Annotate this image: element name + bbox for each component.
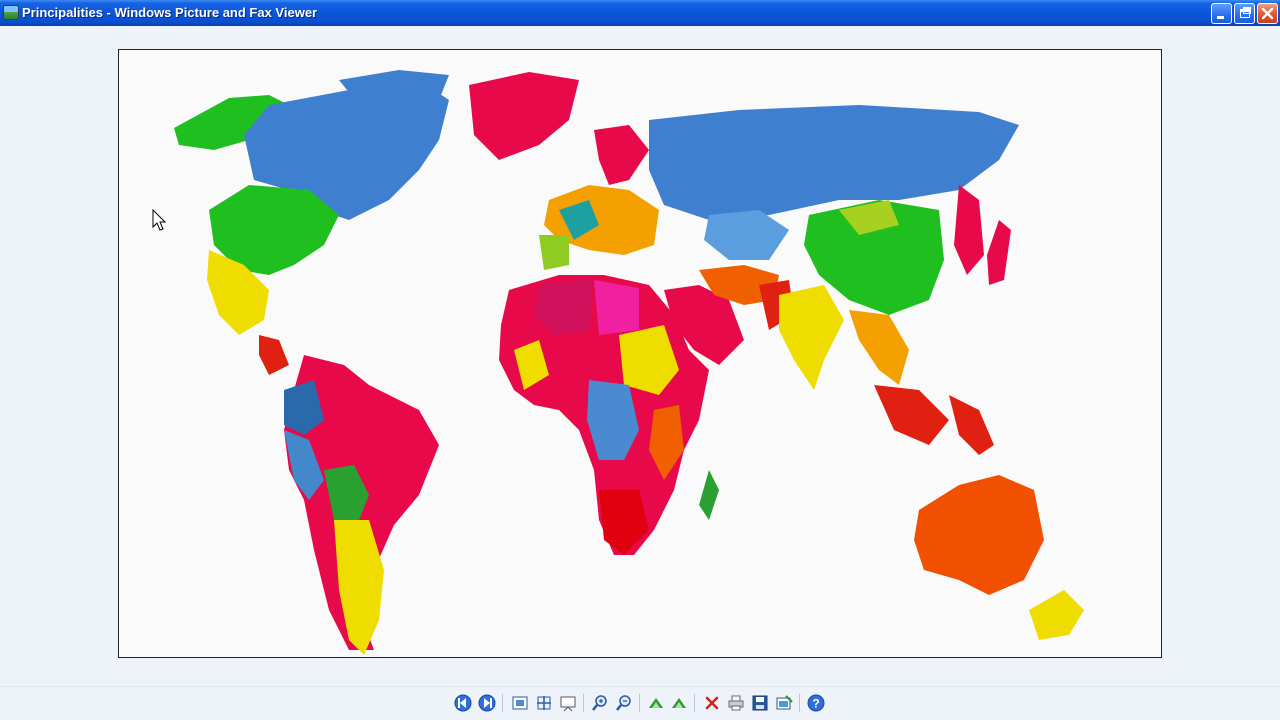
edit-button[interactable] (774, 693, 794, 713)
minimize-icon (1217, 16, 1224, 19)
zoom-out-button[interactable] (614, 693, 634, 713)
zoom-in-icon (592, 695, 607, 711)
save-icon (752, 695, 768, 711)
previous-image-button[interactable] (453, 693, 473, 713)
slideshow-icon (560, 696, 576, 712)
displayed-image[interactable] (118, 49, 1162, 658)
toolbar-separator (799, 694, 800, 712)
next-image-button[interactable] (477, 693, 497, 713)
help-icon: ? (807, 694, 825, 712)
best-fit-icon (512, 696, 528, 710)
restore-button[interactable] (1234, 3, 1255, 24)
restore-icon-front (1240, 9, 1250, 18)
print-button[interactable] (726, 693, 746, 713)
toolbar-separator (583, 694, 584, 712)
close-button[interactable] (1257, 3, 1278, 24)
save-button[interactable] (750, 693, 770, 713)
actual-size-button[interactable] (534, 693, 554, 713)
delete-button[interactable] (702, 693, 722, 713)
title-bar[interactable]: Principalities - Windows Picture and Fax… (0, 0, 1280, 26)
delete-icon (705, 696, 719, 710)
previous-image-icon (454, 694, 472, 712)
image-viewport[interactable] (0, 26, 1280, 686)
zoom-out-icon (616, 695, 631, 711)
minimize-button[interactable] (1211, 3, 1232, 24)
window-title: Principalities - Windows Picture and Fax… (22, 5, 318, 20)
rotate-counterclockwise-icon (672, 698, 686, 708)
next-image-icon (478, 694, 496, 712)
rotate-clockwise-button[interactable] (646, 693, 666, 713)
rotate-counterclockwise-button[interactable] (669, 693, 689, 713)
best-fit-button[interactable] (510, 693, 530, 713)
close-icon (1261, 7, 1274, 20)
svg-text:?: ? (812, 697, 819, 711)
mouse-cursor-icon (152, 209, 167, 231)
world-political-map (174, 70, 1084, 655)
picture-viewer-icon[interactable] (3, 5, 19, 20)
toolbar-separator (694, 694, 695, 712)
print-icon (728, 695, 744, 711)
zoom-in-button[interactable] (590, 693, 610, 713)
slideshow-button[interactable] (558, 693, 578, 713)
toolbar-separator (502, 694, 503, 712)
picture-viewer-window: Principalities - Windows Picture and Fax… (0, 0, 1280, 720)
actual-size-icon (537, 696, 551, 710)
help-button[interactable]: ? (806, 693, 826, 713)
toolbar-separator (639, 694, 640, 712)
rotate-clockwise-icon (649, 698, 663, 708)
viewer-toolbar: ? (0, 686, 1280, 720)
edit-icon (776, 695, 793, 710)
